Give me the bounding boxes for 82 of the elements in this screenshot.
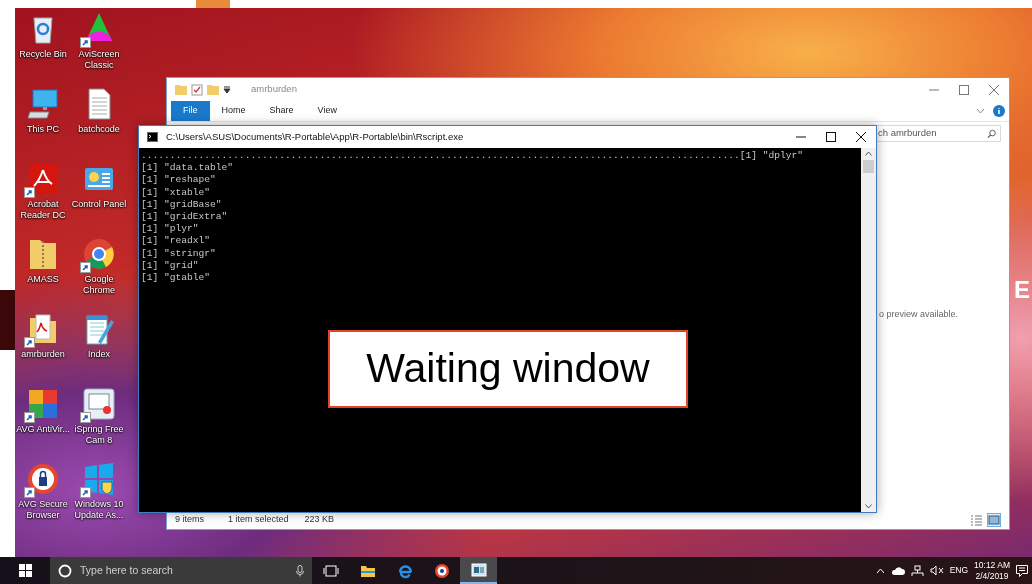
ribbon-tab[interactable]: Home <box>209 101 258 121</box>
desktop-icon-label[interactable]: AVG AntiVir... <box>15 424 71 435</box>
language-indicator[interactable]: ENG <box>949 564 969 577</box>
scrollbar[interactable] <box>861 148 876 512</box>
taskbar-search-field[interactable]: Type here to search <box>50 557 312 584</box>
view-button[interactable] <box>987 513 1001 527</box>
ribbon-tab[interactable]: Share <box>257 101 306 121</box>
scroll-down-icon[interactable] <box>865 504 872 509</box>
lock-circle-icon <box>433 562 450 579</box>
console-output-line: [1] "xtable" <box>141 186 212 199</box>
scroll-up-icon[interactable] <box>865 151 872 156</box>
computer-icon[interactable] <box>26 87 60 121</box>
window-title: amrburden <box>251 82 297 97</box>
chevron-up-icon[interactable] <box>875 567 885 574</box>
preview-message: o preview available. <box>879 307 959 321</box>
desktop-icon-label[interactable]: Windows 10 Update As... <box>71 499 127 521</box>
desktop-icon-label[interactable]: Index <box>71 349 127 360</box>
maximize-icon <box>959 84 969 95</box>
console-output-line: [1] "gridBase" <box>141 198 223 211</box>
window-edge <box>0 290 15 350</box>
desktop-icon-label[interactable]: AMASS <box>15 274 71 285</box>
pdf-icon[interactable] <box>26 162 60 196</box>
window-title: C:\Users\ASUS\Documents\R-Portable\App\R-Portable\bin\Rscript.exe <box>166 129 464 144</box>
scrollbar-thumb[interactable] <box>863 160 874 173</box>
cloud-icon[interactable] <box>890 565 905 576</box>
microphone-icon[interactable] <box>296 564 304 577</box>
dropdown-icon[interactable] <box>223 85 231 94</box>
desktop-icon-label[interactable]: batchcode <box>71 124 127 135</box>
lock-circle-icon[interactable] <box>26 462 60 496</box>
help-icon[interactable] <box>993 105 1005 117</box>
screen-record-icon[interactable] <box>82 387 116 421</box>
desktop-icon-label[interactable]: AVG Secure Browser <box>15 499 71 521</box>
clock-time[interactable]: 10:12 AM <box>974 559 1010 571</box>
desktop-icon-label[interactable]: Google Chrome <box>71 274 127 296</box>
circle-logo-icon[interactable] <box>82 237 116 271</box>
desktop-icon-label[interactable]: This PC <box>15 124 71 135</box>
desktop-icon-label[interactable]: Control Panel <box>71 199 127 210</box>
details-view-icon <box>970 514 982 526</box>
console-output-line: [1] "readxl" <box>141 235 212 248</box>
speaker-muted-icon[interactable] <box>929 565 944 576</box>
console-output-line: [1] "plyr" <box>141 223 200 236</box>
notification-icon[interactable] <box>1016 564 1028 577</box>
status-text: 9 items <box>175 513 204 527</box>
wallpaper-text: E <box>1014 278 1030 302</box>
properties-icon[interactable] <box>191 83 203 96</box>
squares-logo-icon[interactable] <box>26 387 60 421</box>
desktop-icon-label[interactable]: iSpring Free Cam 8 <box>71 424 127 446</box>
clock-date[interactable]: 2/4/2019 <box>975 570 1009 582</box>
close-icon <box>856 132 866 142</box>
maximize-icon <box>826 132 836 142</box>
task-view-icon <box>322 562 339 579</box>
search-input[interactable]: ch amrburden <box>878 126 987 141</box>
swirl-icon <box>396 562 413 579</box>
app-window-icon <box>470 561 487 578</box>
desktop-icon-label[interactable]: Acrobat Reader DC <box>15 199 71 221</box>
annotation-label: Waiting window <box>328 330 688 408</box>
console-output-line: [1] "gtable" <box>141 272 212 285</box>
window-panes-icon[interactable] <box>82 462 116 496</box>
desktop-icon-label[interactable]: AviScreen Classic <box>71 49 127 71</box>
console-output-line: ........................................................................................................[1] "dplyr" <box>141 150 805 163</box>
search-circle-icon <box>58 563 72 578</box>
ribbon-tab[interactable]: View <box>305 101 349 121</box>
windows-logo-icon <box>18 564 32 577</box>
status-text: 1 item selected <box>228 513 289 527</box>
console-output-line: [1] "stringr" <box>141 247 217 260</box>
window-edge <box>196 0 230 8</box>
console-output-line: [1] "gridExtra" <box>141 211 229 224</box>
console-icon <box>147 132 158 142</box>
console-output-line: [1] "grid" <box>141 259 200 273</box>
search-input[interactable]: Type here to search <box>80 562 288 579</box>
close-icon <box>989 84 999 95</box>
network-icon[interactable] <box>910 564 924 577</box>
chevron-icon[interactable] <box>976 108 985 114</box>
desktop-icon-label[interactable]: Recycle Bin <box>15 49 71 60</box>
ribbon-tab[interactable]: File <box>171 101 210 121</box>
large-icons-view-icon <box>988 514 1000 526</box>
console-output-line: [1] "reshape" <box>141 174 217 187</box>
desktop-icon-label[interactable]: amrburden <box>15 349 71 360</box>
taskbar-app-button[interactable] <box>460 557 497 584</box>
status-text: 223 KB <box>304 513 335 527</box>
search-icon[interactable] <box>986 128 996 139</box>
console-output-line: [1] "data.table" <box>141 162 235 175</box>
